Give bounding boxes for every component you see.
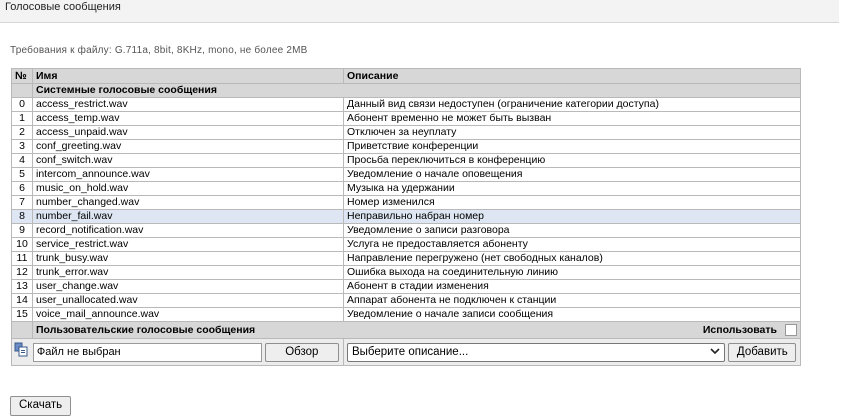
add-file-icon — [14, 342, 30, 362]
row-file-name: service_restrict.wav — [32, 237, 344, 252]
voice-messages-table: № Имя Описание Системные голосовые сообщ… — [11, 68, 801, 366]
add-button[interactable]: Добавить — [727, 342, 796, 362]
row-number: 9 — [11, 223, 33, 238]
row-file-name: access_restrict.wav — [32, 97, 344, 112]
table-row[interactable]: 12 trunk_error.wav Ошибка выхода на соедин… — [11, 265, 801, 280]
table-row[interactable]: 8 number_fail.wav Неправильно набран номер — [11, 209, 801, 224]
column-header-num: № — [11, 68, 33, 84]
row-description: Номер изменился — [343, 195, 801, 210]
row-description: Ошибка выхода на соединительную линию — [343, 265, 801, 280]
row-file-name: intercom_announce.wav — [32, 167, 344, 182]
row-file-name: access_temp.wav — [32, 111, 344, 126]
row-file-name: number_changed.wav — [32, 195, 344, 210]
row-file-name: music_on_hold.wav — [32, 181, 344, 196]
row-number: 13 — [11, 279, 33, 294]
table-row[interactable]: 14 user_unallocated.wav Аппарат абонента н… — [11, 293, 801, 308]
row-description: Уведомление о начале оповещения — [343, 167, 801, 182]
row-file-name: access_unpaid.wav — [32, 125, 344, 140]
row-description: Просьба переключиться в конференцию — [343, 153, 801, 168]
row-file-name: record_notification.wav — [32, 223, 344, 238]
system-section-label: Системные голосовые сообщения — [32, 83, 801, 98]
section-spacer — [11, 83, 33, 98]
row-number: 6 — [11, 181, 33, 196]
row-number: 12 — [11, 265, 33, 280]
upload-row: Файл не выбран Обзор Выберите описание..… — [11, 338, 801, 366]
table-row[interactable]: 3 conf_greeting.wav Приветствие конференци… — [11, 139, 801, 154]
row-file-name: trunk_busy.wav — [32, 251, 344, 266]
table-row[interactable]: 4 conf_switch.wav Просьба переключиться в … — [11, 153, 801, 168]
row-description: Приветствие конференции — [343, 139, 801, 154]
row-description: Данный вид связи недоступен (ограничение… — [343, 97, 801, 112]
use-label: Использовать — [702, 323, 777, 336]
user-section-row: Пользовательские голосовые сообщения Исп… — [11, 321, 801, 339]
row-number: 11 — [11, 251, 33, 266]
use-toggle: Использовать — [703, 324, 797, 337]
table-row[interactable]: 15 voice_mail_announce.wav Уведомление о н… — [11, 307, 801, 322]
row-description: Аппарат абонента не подключен к станции — [343, 293, 801, 308]
browse-button[interactable]: Обзор — [264, 342, 339, 362]
table-header-row: № Имя Описание — [11, 68, 801, 84]
file-requirements: Требования к файлу: G.711a, 8bit, 8KHz, … — [10, 45, 308, 56]
description-select[interactable]: Выберите описание... — [347, 342, 725, 362]
table-row[interactable]: 1 access_temp.wav Абонент временно не може… — [11, 111, 801, 126]
table-row[interactable]: 9 record_notification.wav Уведомление о за… — [11, 223, 801, 238]
row-file-name: number_fail.wav — [32, 209, 344, 224]
row-number: 7 — [11, 195, 33, 210]
file-name-field[interactable]: Файл не выбран — [32, 342, 262, 362]
row-file-name: voice_mail_announce.wav — [32, 307, 344, 322]
section-spacer — [11, 321, 33, 339]
page-header: Голосовые сообщения — [0, 0, 839, 23]
use-checkbox[interactable] — [785, 324, 797, 336]
table-row[interactable]: 10 service_restrict.wav Услуга не предоста… — [11, 237, 801, 252]
row-file-name: trunk_error.wav — [32, 265, 344, 280]
row-description: Абонент в стадии изменения — [343, 279, 801, 294]
description-select-value: Выберите описание... — [352, 345, 469, 358]
row-description: Услуга не предоставляется абоненту — [343, 237, 801, 252]
row-number: 14 — [11, 293, 33, 308]
table-row[interactable]: 6 music_on_hold.wav Музыка на удержании — [11, 181, 801, 196]
table-row[interactable]: 2 access_unpaid.wav Отключен за неуплату — [11, 125, 801, 140]
row-file-name: conf_switch.wav — [32, 153, 344, 168]
page-title: Голосовые сообщения — [5, 1, 121, 13]
column-header-name: Имя — [32, 68, 344, 84]
row-number: 2 — [11, 125, 33, 140]
row-description: Музыка на удержании — [343, 181, 801, 196]
chevron-down-icon — [710, 346, 720, 359]
table-row[interactable]: 13 user_change.wav Абонент в стадии измене… — [11, 279, 801, 294]
upload-file-cell: Файл не выбран Обзор — [11, 338, 344, 366]
table-row[interactable]: 7 number_changed.wav Номер изменился — [11, 195, 801, 210]
column-header-description: Описание — [343, 68, 801, 84]
upload-description-cell: Выберите описание... Добавить — [343, 338, 801, 366]
row-file-name: user_unallocated.wav — [32, 293, 344, 308]
row-description: Неправильно набран номер — [343, 209, 801, 224]
download-button[interactable]: Скачать — [10, 396, 72, 416]
table-row[interactable]: 11 trunk_busy.wav Направление перегружено … — [11, 251, 801, 266]
row-number: 5 — [11, 167, 33, 182]
row-description: Абонент временно не может быть вызван — [343, 111, 801, 126]
row-number: 4 — [11, 153, 33, 168]
row-number: 15 — [11, 307, 33, 322]
user-section-label: Пользовательские голосовые сообщения — [36, 323, 256, 336]
row-number: 1 — [11, 111, 33, 126]
row-file-name: user_change.wav — [32, 279, 344, 294]
row-number: 3 — [11, 139, 33, 154]
table-row[interactable]: 5 intercom_announce.wav Уведомление о нача… — [11, 167, 801, 182]
user-section-cell: Пользовательские голосовые сообщения Исп… — [32, 321, 801, 339]
system-section-row: Системные голосовые сообщения — [11, 83, 801, 98]
row-description: Направление перегружено (нет свободных к… — [343, 251, 801, 266]
row-number: 8 — [11, 209, 33, 224]
row-description: Отключен за неуплату — [343, 125, 801, 140]
row-description: Уведомление о начале записи сообщения — [343, 307, 801, 322]
table-row[interactable]: 0 access_restrict.wav Данный вид связи нед… — [11, 97, 801, 112]
row-number: 10 — [11, 237, 33, 252]
row-description: Уведомление о записи разговора — [343, 223, 801, 238]
row-number: 0 — [11, 97, 33, 112]
row-file-name: conf_greeting.wav — [32, 139, 344, 154]
